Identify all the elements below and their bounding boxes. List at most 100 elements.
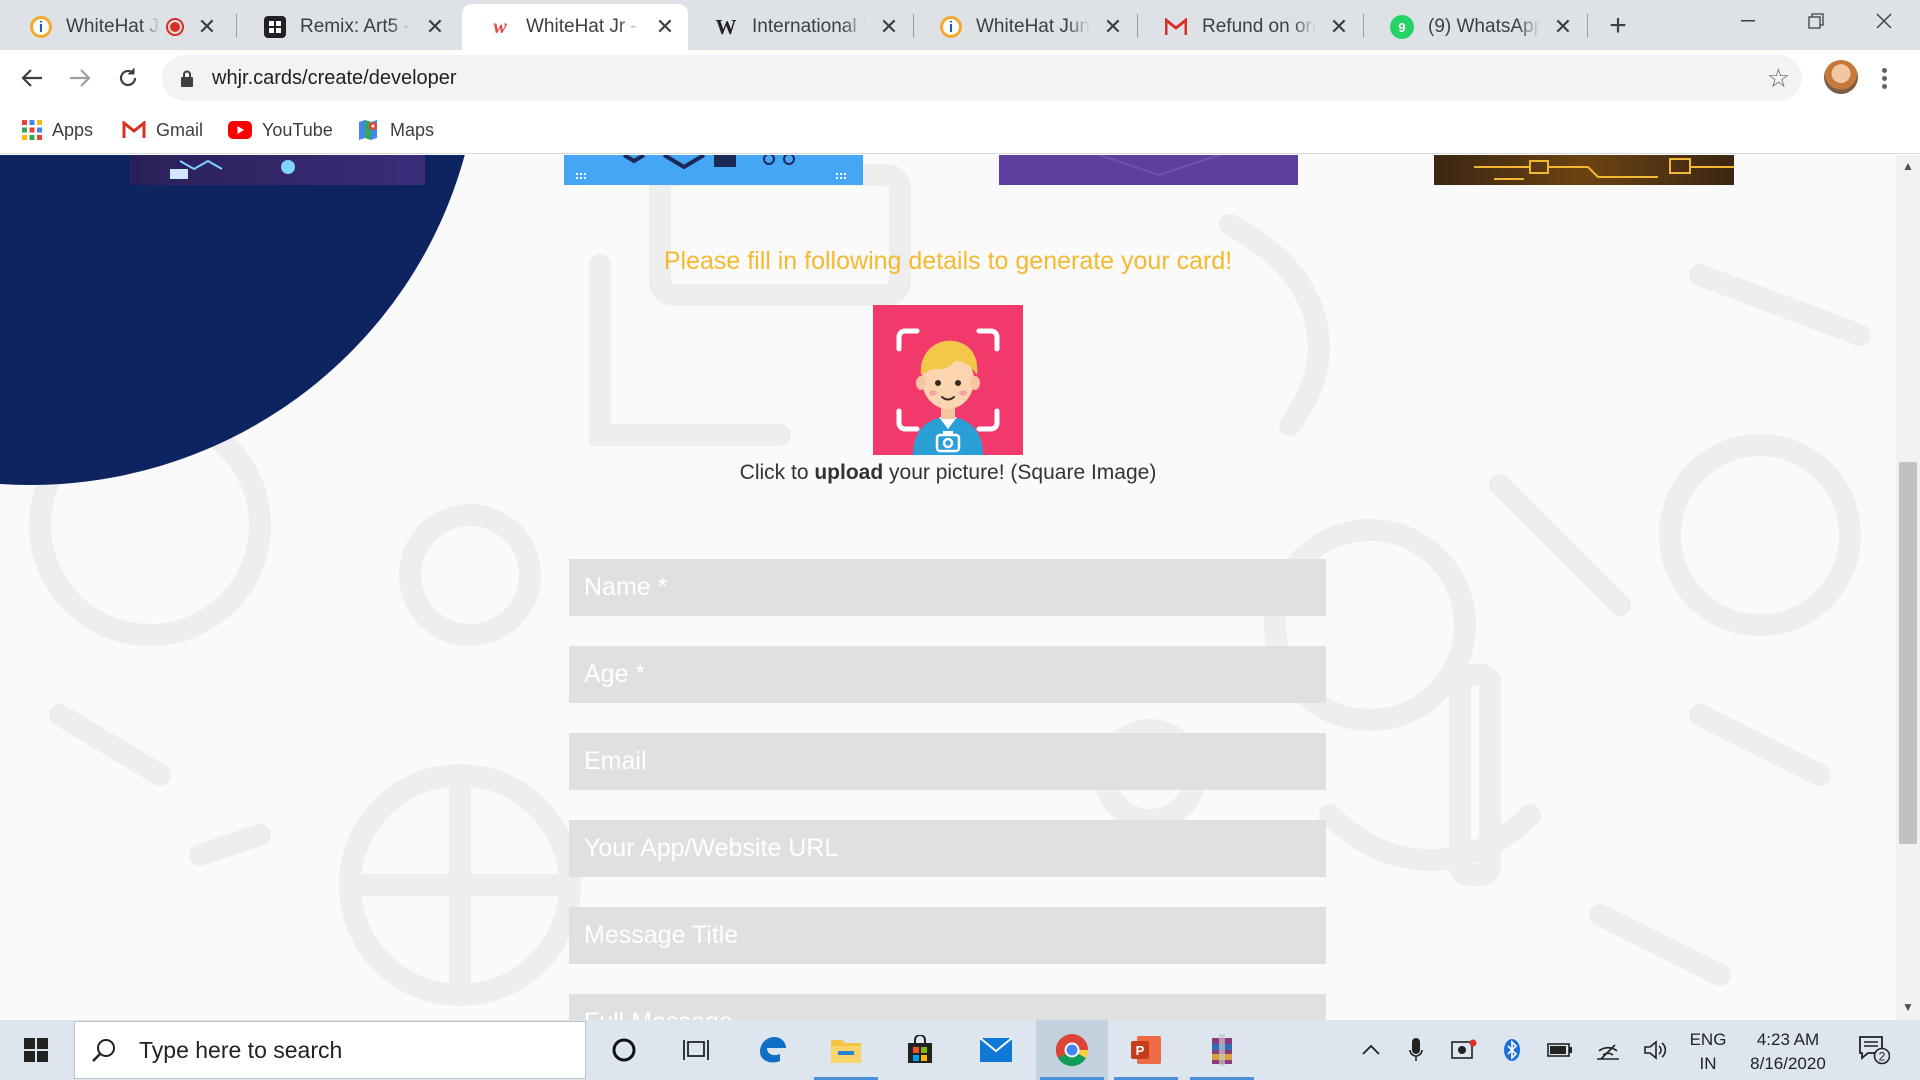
powerpoint-app[interactable]: P [1110,1020,1182,1080]
card-template-thumbnail[interactable] [999,155,1298,185]
name-field[interactable] [569,559,1326,616]
tab-title: Remix: Art5 - Ar [300,16,412,37]
back-arrow-icon [21,69,42,87]
url-text[interactable]: whjr.cards/create/developer [212,67,457,90]
bookmark-star-icon[interactable]: ☆ [1767,63,1790,93]
volume-tray[interactable] [1640,1020,1672,1080]
lock-icon [180,70,194,87]
close-tab-icon[interactable]: ✕ [196,16,218,38]
input-language[interactable]: ENG IN [1686,1028,1730,1076]
store-app[interactable] [884,1020,956,1080]
tab-strip: i WhiteHat Ju ✕ Remix: Art5 - Ar ✕ w Whi… [0,0,1920,50]
bluetooth-icon [1504,1039,1520,1061]
winrar-app[interactable] [1186,1020,1258,1080]
bookmark-label: Apps [52,119,94,140]
full-message-field[interactable] [569,994,1326,1020]
upload-caption-emphasis: upload [814,461,884,484]
close-tab-icon[interactable]: ✕ [1102,16,1124,38]
screen-capture-tray[interactable] [1448,1020,1480,1080]
card-template-thumbnail[interactable] [1434,155,1734,185]
windows-logo-icon [24,1038,48,1062]
scrollbar-thumb[interactable] [1899,462,1917,844]
avatar-placeholder-icon [896,328,1000,455]
minimize-button[interactable] [1714,0,1782,42]
whitehat-icon: i [940,16,962,38]
action-center-button[interactable]: 2 [1846,1020,1902,1080]
remix-icon [264,16,286,38]
address-bar[interactable]: whjr.cards/create/developer ☆ [162,55,1802,101]
mail-app[interactable] [960,1020,1032,1080]
taskbar-search-box[interactable]: Type here to search [74,1021,586,1079]
bookmark-maps[interactable]: Maps [356,116,434,144]
wifi-tray[interactable] [1592,1020,1624,1080]
powerpoint-icon: P [1131,1036,1161,1064]
email-field[interactable] [569,733,1326,790]
browser-toolbar: whjr.cards/create/developer ☆ [0,50,1920,106]
edge-icon [760,1037,786,1063]
new-tab-button[interactable]: + [1600,8,1636,44]
tab-remix-art5[interactable]: Remix: Art5 - Ar ✕ [238,4,458,50]
upload-caption-text: Click to [739,461,815,484]
windows-taskbar: Type here to search P ENG IN 4:23 AM 8/1… [0,1020,1920,1080]
recording-icon [166,18,184,36]
folder-icon [831,1040,861,1063]
chrome-app[interactable] [1036,1020,1108,1080]
app-url-field[interactable] [569,820,1326,877]
forward-arrow-icon [70,69,91,87]
message-title-field[interactable] [569,907,1326,964]
age-field[interactable] [569,646,1326,703]
edge-app[interactable] [736,1020,808,1080]
tab-whitehat-ju[interactable]: i WhiteHat Ju ✕ [4,4,230,50]
battery-tray[interactable] [1544,1020,1576,1080]
maps-icon [359,120,377,140]
screen-record-icon [1451,1039,1477,1059]
close-tab-icon[interactable]: ✕ [878,16,900,38]
reload-button[interactable] [108,58,148,98]
restore-button[interactable] [1782,0,1850,42]
close-tab-icon[interactable]: ✕ [1552,16,1574,38]
whitehat-icon: i [30,16,52,38]
upload-caption-text: your picture! (Square Image) [883,461,1157,484]
whatsapp-icon: 9 [1390,15,1414,39]
bluetooth-tray[interactable] [1496,1020,1528,1080]
tab-whatsapp[interactable]: 9 (9) WhatsApp ✕ [1364,4,1586,50]
forward-button[interactable] [60,58,100,98]
close-tab-icon[interactable]: ✕ [654,16,676,38]
bookmark-youtube[interactable]: YouTube [228,116,333,144]
tab-title: WhiteHat Junior [976,16,1090,37]
youtube-icon [228,121,252,139]
task-view-button[interactable] [660,1020,732,1080]
tab-refund-on-order[interactable]: Refund on order ✕ [1138,4,1362,50]
scroll-up-arrow-icon[interactable]: ▲ [1896,159,1920,175]
close-tab-icon[interactable]: ✕ [424,16,446,38]
microphone-tray[interactable] [1400,1020,1432,1080]
browser-menu-icon[interactable] [1874,62,1894,94]
close-tab-icon[interactable]: ✕ [1328,16,1350,38]
card-template-thumbnail[interactable] [564,155,863,185]
profile-avatar[interactable] [1824,60,1858,94]
file-explorer-app[interactable] [810,1020,882,1080]
microphone-icon [1409,1038,1423,1061]
page-scrollbar[interactable]: ▲ ▼ [1896,155,1920,1020]
scroll-down-arrow-icon[interactable]: ▼ [1896,1000,1920,1016]
cortana-button[interactable] [588,1020,660,1080]
close-window-button[interactable] [1850,0,1918,42]
wifi-icon [1597,1044,1619,1060]
bookmark-gmail[interactable]: Gmail [122,116,203,144]
upload-picture-button[interactable] [873,305,1023,455]
tab-whitehat-create[interactable]: w WhiteHat Jr - Cr ✕ [462,4,688,50]
bookmark-apps[interactable]: Apps [22,116,93,144]
language-region: IN [1699,1054,1717,1073]
svg-text:P: P [1136,1043,1145,1058]
chrome-icon [1055,1034,1089,1067]
battery-icon [1547,1043,1572,1057]
search-icon [92,1039,115,1062]
card-template-thumbnail[interactable] [130,155,425,185]
system-clock[interactable]: 4:23 AM 8/16/2020 [1738,1028,1838,1076]
show-hidden-icons-button[interactable] [1356,1020,1386,1080]
start-button[interactable] [0,1020,72,1080]
tab-title: International Sp [752,16,866,37]
back-button[interactable] [12,58,52,98]
tab-international-sp[interactable]: W International Sp ✕ [688,4,912,50]
tab-whitehat-junior[interactable]: i WhiteHat Junior ✕ [914,4,1136,50]
